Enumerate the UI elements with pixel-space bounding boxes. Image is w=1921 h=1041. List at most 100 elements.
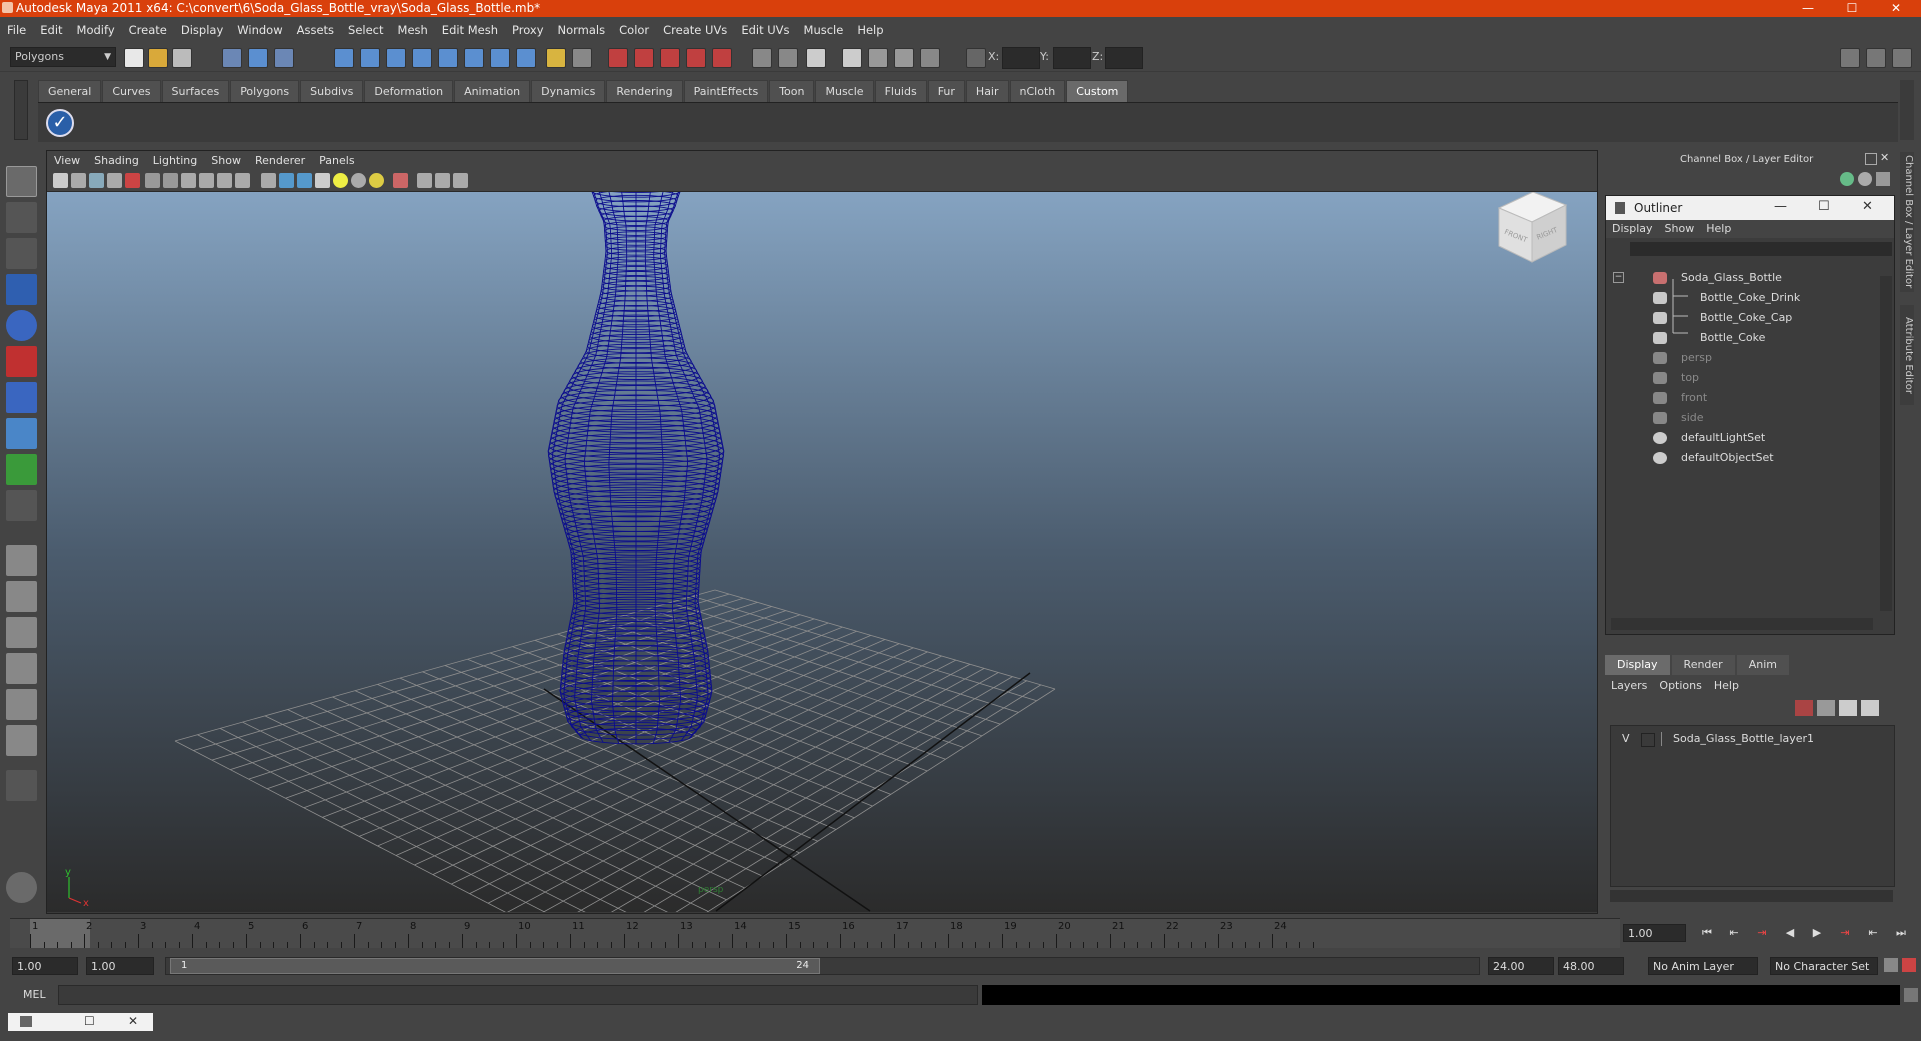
layer-name[interactable]: Soda_Glass_Bottle_layer1 xyxy=(1673,730,1814,748)
layer-row[interactable]: V Soda_Glass_Bottle_layer1 xyxy=(1613,730,1891,748)
outliner-filter-input[interactable] xyxy=(1630,242,1892,256)
float-icon[interactable] xyxy=(1865,153,1877,165)
save-scene-icon[interactable] xyxy=(172,48,192,68)
outliner-vertical-scrollbar[interactable] xyxy=(1880,276,1892,611)
input-mode-icon[interactable] xyxy=(966,48,986,68)
layer-menu-layers[interactable]: Layers xyxy=(1605,679,1653,692)
outliner-menu-help[interactable]: Help xyxy=(1700,220,1737,238)
close-icon[interactable]: ✕ xyxy=(1880,151,1889,164)
bookmarks-icon[interactable] xyxy=(89,173,104,188)
snap-curve-icon[interactable] xyxy=(634,48,654,68)
shelf-menu-handle[interactable] xyxy=(14,80,28,140)
current-time-field[interactable]: 1.00 xyxy=(1623,924,1686,942)
character-set-dropdown[interactable]: No Character Set xyxy=(1770,957,1878,975)
playback-end-field[interactable]: 24.00 xyxy=(1488,957,1554,975)
perspective-viewport[interactable]: persp y x FRONT RIGHT xyxy=(47,192,1597,912)
auto-key-icon[interactable] xyxy=(1884,958,1898,972)
layer-type-toggle[interactable] xyxy=(1641,733,1655,747)
single-perspective-layout-icon[interactable] xyxy=(6,545,37,576)
outliner-item-persp[interactable]: persp xyxy=(1606,348,1866,368)
outliner-close-button[interactable]: ✕ xyxy=(1862,199,1873,214)
shelf-tab-fur[interactable]: Fur xyxy=(927,80,965,102)
viewcube[interactable]: FRONT RIGHT xyxy=(1497,192,1568,263)
menu-edit-uvs[interactable]: Edit UVs xyxy=(734,19,796,41)
play-forwards-icon[interactable]: ▶ xyxy=(1808,925,1826,941)
menu-mesh[interactable]: Mesh xyxy=(391,19,435,41)
outliner-item-default-light-set[interactable]: defaultLightSet xyxy=(1606,428,1866,448)
checkmark-icon[interactable]: ✓ xyxy=(46,109,74,137)
wireframe-on-shaded-icon[interactable] xyxy=(297,173,312,188)
gate-mask-icon[interactable] xyxy=(199,173,214,188)
attribute-editor-side-tab[interactable]: Attribute Editor xyxy=(1900,305,1914,405)
shelf-tab-toon[interactable]: Toon xyxy=(769,80,815,102)
layer-visibility-toggle[interactable]: V xyxy=(1622,730,1630,748)
graph-persp-layout-icon[interactable] xyxy=(6,653,37,684)
menu-window[interactable]: Window xyxy=(230,19,289,41)
show-attribute-editor-icon[interactable] xyxy=(1840,48,1860,68)
mask-curves-icon[interactable] xyxy=(386,48,406,68)
high-quality-icon[interactable] xyxy=(453,173,468,188)
step-forward-key-icon[interactable]: ⇥ xyxy=(1836,925,1854,941)
mask-handles-icon[interactable] xyxy=(334,48,354,68)
mask-dynamics-icon[interactable] xyxy=(464,48,484,68)
show-tool-settings-icon[interactable] xyxy=(1866,48,1886,68)
scale-tool-icon[interactable] xyxy=(6,346,37,377)
construction-icon[interactable] xyxy=(778,48,798,68)
layer-tab-anim[interactable]: Anim xyxy=(1736,655,1789,675)
current-time-indicator[interactable] xyxy=(30,919,90,948)
minimized-window[interactable]: ☐ ✕ xyxy=(8,1013,153,1031)
menu-select[interactable]: Select xyxy=(341,19,390,41)
outliner-item-front[interactable]: front xyxy=(1606,388,1866,408)
film-gate-icon[interactable] xyxy=(163,173,178,188)
menu-display[interactable]: Display xyxy=(174,19,230,41)
mask-joints-icon[interactable] xyxy=(360,48,380,68)
outliner-item-soda-glass-bottle[interactable]: Soda_Glass_Bottle xyxy=(1606,268,1866,288)
select-camera-icon[interactable] xyxy=(53,173,68,188)
animation-preferences-icon[interactable] xyxy=(1902,958,1916,972)
mask-misc-icon[interactable] xyxy=(516,48,536,68)
outliner-menu-show[interactable]: Show xyxy=(1659,220,1701,238)
resolution-gate-icon[interactable] xyxy=(181,173,196,188)
universal-manipulator-icon[interactable] xyxy=(6,382,37,413)
step-back-key-icon[interactable]: ⇥ xyxy=(1753,925,1771,941)
panel-menu-panels[interactable]: Panels xyxy=(312,151,361,170)
show-manipulator-icon[interactable] xyxy=(6,454,37,485)
range-slider-handle[interactable]: 1 24 xyxy=(170,958,820,974)
shelf-tab-deformation[interactable]: Deformation xyxy=(364,80,454,102)
tools-icon[interactable] xyxy=(1876,172,1890,186)
render-view-icon[interactable] xyxy=(806,48,826,68)
history-icon[interactable] xyxy=(752,48,772,68)
mask-deformers-icon[interactable] xyxy=(438,48,458,68)
restore-icon[interactable]: ☐ xyxy=(84,1014,95,1028)
select-tool-icon[interactable] xyxy=(6,166,37,197)
soft-modification-icon[interactable] xyxy=(6,418,37,449)
snap-grid-icon[interactable] xyxy=(608,48,628,68)
shelf-tab-general[interactable]: General xyxy=(38,80,102,102)
shelf-tab-custom[interactable]: Custom xyxy=(1066,80,1129,102)
layer-horizontal-scrollbar[interactable] xyxy=(1610,890,1893,902)
go-to-end-icon[interactable]: ⏭ xyxy=(1892,925,1910,941)
layout-options-icon[interactable] xyxy=(6,770,37,801)
ipr-render-icon[interactable] xyxy=(868,48,888,68)
step-back-frame-icon[interactable]: ⇤ xyxy=(1725,925,1743,941)
shelf-tab-muscle[interactable]: Muscle xyxy=(815,80,874,102)
menu-edit-mesh[interactable]: Edit Mesh xyxy=(435,19,505,41)
lock-selection-icon[interactable] xyxy=(546,48,566,68)
layer-tab-display[interactable]: Display xyxy=(1605,655,1670,675)
isolate-select-icon[interactable] xyxy=(393,173,408,188)
rotate-tool-icon[interactable] xyxy=(6,310,37,341)
xray-icon[interactable] xyxy=(417,173,432,188)
image-plane-icon[interactable] xyxy=(107,173,122,188)
menu-edit[interactable]: Edit xyxy=(33,19,69,41)
attribute-icon[interactable] xyxy=(1840,172,1854,186)
select-component-icon[interactable] xyxy=(274,48,294,68)
layer-menu-options[interactable]: Options xyxy=(1653,679,1707,692)
new-layer-from-selection-icon[interactable] xyxy=(1861,700,1879,716)
layer-tab-render[interactable]: Render xyxy=(1671,655,1735,675)
outliner-item-default-object-set[interactable]: defaultObjectSet xyxy=(1606,448,1866,468)
shelf-tab-painteffects[interactable]: PaintEffects xyxy=(683,80,769,102)
grid-icon[interactable] xyxy=(145,173,160,188)
highlight-selection-icon[interactable] xyxy=(572,48,592,68)
select-hierarchy-icon[interactable] xyxy=(222,48,242,68)
panel-menu-renderer[interactable]: Renderer xyxy=(248,151,312,170)
